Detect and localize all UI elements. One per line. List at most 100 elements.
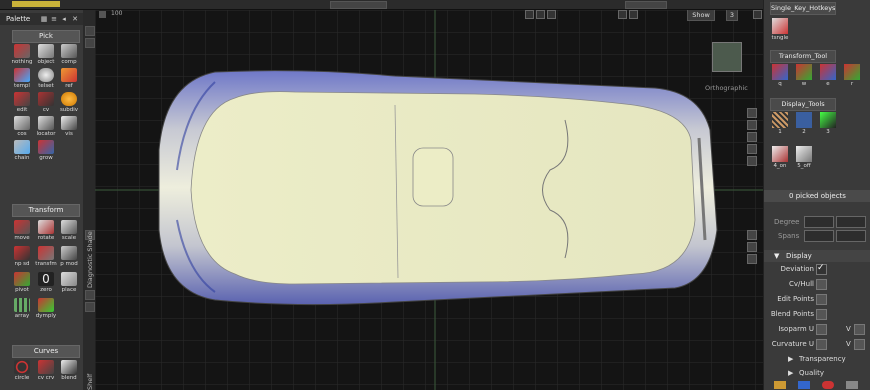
display-tool-3[interactable]: 3: [818, 112, 838, 135]
viewport-side-tool[interactable]: [747, 120, 757, 130]
display-header-label: Display: [786, 252, 812, 260]
blend-points-checkbox[interactable]: [816, 309, 827, 320]
display-tool-4-on[interactable]: 4_on: [770, 146, 790, 169]
display-tool-5-off[interactable]: 5_off: [794, 146, 814, 169]
top-segment[interactable]: [330, 1, 387, 9]
tool-locator[interactable]: locator: [34, 116, 58, 137]
viewport-side-tool[interactable]: [747, 108, 757, 118]
deviation-checkbox[interactable]: [816, 263, 827, 275]
bottom-tool-icon[interactable]: [846, 381, 858, 389]
bottom-tool-icon[interactable]: [798, 381, 810, 389]
isoparm-v-checkbox[interactable]: [854, 324, 865, 335]
curvature-u-checkbox[interactable]: [816, 339, 827, 350]
tool-edit[interactable]: edit: [10, 92, 34, 113]
tool-templ[interactable]: templ: [10, 68, 34, 89]
transform-tool-e[interactable]: e: [818, 64, 838, 87]
edit-points-checkbox[interactable]: [816, 294, 827, 305]
tool-circle[interactable]: circle: [10, 360, 34, 381]
transform-tool-title[interactable]: Transform_Tool: [770, 50, 836, 63]
strip-button[interactable]: [85, 290, 95, 300]
viewport-control[interactable]: [629, 10, 638, 19]
tool-dymply[interactable]: dymply: [34, 298, 58, 319]
tool-np-sd[interactable]: np sd: [10, 246, 34, 267]
viewport-control[interactable]: [618, 10, 627, 19]
tool-rotate[interactable]: rotate: [34, 220, 58, 241]
section-pick[interactable]: Pick: [12, 30, 80, 43]
tool-cv[interactable]: cv: [34, 92, 58, 113]
tool-cos[interactable]: cos: [10, 116, 34, 137]
spans-field-2[interactable]: [836, 230, 866, 242]
display-tool-1[interactable]: 1: [770, 112, 790, 135]
tool-place[interactable]: place: [57, 272, 81, 293]
viewport-close[interactable]: [753, 10, 762, 19]
degree-field-1[interactable]: [804, 216, 834, 228]
viewport-control[interactable]: [536, 10, 545, 19]
viewport-side-tool[interactable]: [747, 230, 757, 240]
bottom-tool-icon[interactable]: [774, 381, 786, 389]
tool-array[interactable]: array: [10, 298, 34, 319]
isoparm-u-checkbox[interactable]: [816, 324, 827, 335]
tool-transfm[interactable]: transfm: [34, 246, 58, 267]
viewport-side-tool[interactable]: [747, 144, 757, 154]
tool-tsngle[interactable]: tsngle: [770, 18, 790, 41]
tool-move[interactable]: move: [10, 220, 34, 241]
transform-tool-q[interactable]: q: [770, 64, 790, 87]
viewport-side-tool[interactable]: [747, 254, 757, 264]
transform-tool-w[interactable]: w: [794, 64, 814, 87]
top-segment-right[interactable]: [625, 1, 667, 9]
view-cube-icon[interactable]: [712, 42, 742, 72]
car-model[interactable]: [158, 70, 718, 306]
viewport-control[interactable]: [547, 10, 556, 19]
tool-zero[interactable]: 0 zero: [34, 272, 58, 293]
cvhull-checkbox[interactable]: [816, 279, 827, 290]
display-tools-title[interactable]: Display_Tools: [770, 98, 836, 111]
degree-field-2[interactable]: [836, 216, 866, 228]
transparency-label[interactable]: Transparency: [799, 355, 846, 363]
viewport-side-tool[interactable]: [747, 132, 757, 142]
close-icon[interactable]: ✕: [71, 15, 79, 23]
section-curves[interactable]: Curves: [12, 345, 80, 358]
triangle-right-icon[interactable]: ▶: [788, 369, 793, 377]
menu-icon[interactable]: ≡: [50, 15, 58, 23]
tool-cv-crv[interactable]: cv crv: [34, 360, 58, 381]
transform-tool-r[interactable]: r: [842, 64, 862, 87]
tool-subdiv[interactable]: subdiv: [57, 92, 81, 113]
viewport-side-tool[interactable]: [747, 242, 757, 252]
quality-label[interactable]: Quality: [799, 369, 824, 377]
diagnostic-shade-tab[interactable]: Diagnostic Shade: [86, 231, 94, 288]
tool-nothing[interactable]: nothing: [10, 44, 34, 65]
tool-blend[interactable]: blend: [57, 360, 81, 381]
display-section-header[interactable]: ▼ Display: [764, 250, 870, 262]
curvature-v-checkbox[interactable]: [854, 339, 865, 350]
viewport-side-tool[interactable]: [747, 156, 757, 166]
tool-grow[interactable]: grow: [34, 140, 58, 161]
strip-button[interactable]: [85, 302, 95, 312]
viewport[interactable]: 100 Show 3 Orthographic: [95, 10, 763, 390]
tool-object[interactable]: object: [34, 44, 58, 65]
grid-icon[interactable]: ▦: [40, 15, 48, 23]
tool-ref[interactable]: ref: [57, 68, 81, 89]
viewport-canvas[interactable]: [95, 10, 763, 390]
shelf-tab[interactable]: Shelf: [86, 374, 94, 390]
top-status-field[interactable]: [12, 1, 60, 7]
tool-telset[interactable]: telset: [34, 68, 58, 89]
tool-comp[interactable]: comp: [57, 44, 81, 65]
hotkeys-shelf-title[interactable]: Single_Key_Hotkeys: [770, 2, 836, 15]
strip-button[interactable]: [85, 26, 95, 36]
viewport-control[interactable]: [525, 10, 534, 19]
display-tool-2[interactable]: 2: [794, 112, 814, 135]
viewport-menu-icon[interactable]: [99, 11, 106, 18]
tool-chain[interactable]: chain: [10, 140, 34, 161]
bottom-tool-icon[interactable]: [822, 381, 834, 389]
tool-vis[interactable]: vis: [57, 116, 81, 137]
view-number[interactable]: 3: [726, 10, 738, 21]
tool-scale[interactable]: scale: [57, 220, 81, 241]
section-transform[interactable]: Transform: [12, 204, 80, 217]
tool-pivot[interactable]: pivot: [10, 272, 34, 293]
spans-field-1[interactable]: [804, 230, 834, 242]
triangle-right-icon[interactable]: ▶: [788, 355, 793, 363]
show-button[interactable]: Show: [687, 10, 715, 21]
strip-button[interactable]: [85, 38, 95, 48]
collapse-icon[interactable]: ◂: [60, 15, 68, 23]
tool-p-mod[interactable]: p mod: [57, 246, 81, 267]
